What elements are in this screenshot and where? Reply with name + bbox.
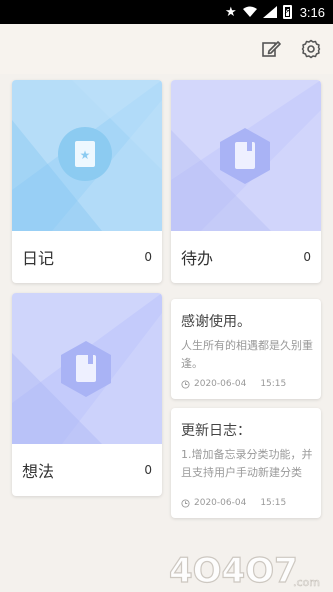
watermark-text: 4O4O7 [169, 551, 298, 590]
top-app-bar [0, 24, 333, 74]
category-icon-wrap [216, 126, 276, 186]
settings-button[interactable] [297, 35, 325, 63]
category-name: 待办 [181, 249, 214, 268]
note-timestamp: 2020-06-04 15:15 [181, 379, 286, 389]
category-icon-wrap: ★ [57, 126, 117, 186]
status-time: 3:16 [299, 4, 325, 20]
clock-icon [181, 498, 190, 508]
note-body: 1.增加备忘录分类功能，并且支持用户手动新建分类 [181, 448, 313, 479]
note-timestamp: 2020-06-04 15:15 [181, 498, 286, 508]
clock-icon [181, 379, 190, 389]
status-icons: ★ ⚡ 3:16 [225, 0, 325, 24]
category-cover [171, 80, 321, 231]
watermark-suffix: .com [293, 576, 320, 589]
note-time: 15:15 [260, 379, 287, 389]
category-card-ideas[interactable]: 想法 0 [12, 293, 162, 496]
note-title: 感谢使用。 [181, 314, 251, 330]
category-count: 0 [303, 250, 311, 264]
wifi-icon [242, 6, 257, 17]
status-bar: ★ ⚡ 3:16 [0, 0, 333, 24]
note-body: 人生所有的相遇都是久别重逢。 [181, 339, 313, 370]
site-watermark: 4O4O7 .com [168, 550, 320, 590]
book-icon [220, 127, 270, 184]
category-count: 0 [144, 250, 152, 264]
category-card-todo[interactable]: 待办 0 [171, 80, 321, 283]
note-date: 2020-06-04 [194, 498, 247, 508]
svg-text:★: ★ [80, 148, 91, 162]
category-count: 0 [144, 463, 152, 477]
category-icon-wrap [57, 339, 117, 399]
edit-button[interactable] [257, 35, 285, 63]
category-name: 想法 [22, 462, 55, 481]
category-cover: ★ [12, 80, 162, 231]
cellular-signal-icon [262, 6, 277, 18]
category-card-diary[interactable]: ★ 日记 0 [12, 80, 162, 283]
note-card[interactable]: 更新日志： 1.增加备忘录分类功能，并且支持用户手动新建分类 2020-06-0… [171, 408, 321, 518]
category-name: 日记 [22, 249, 55, 268]
note-card[interactable]: 感谢使用。 人生所有的相遇都是久别重逢。 2020-06-04 15:15 [171, 299, 321, 399]
battery-icon: ⚡ [282, 5, 292, 19]
edit-icon [262, 41, 281, 57]
note-date: 2020-06-04 [194, 379, 247, 389]
note-title: 更新日志： [181, 423, 251, 439]
book-icon [61, 340, 111, 397]
category-footer: 日记 0 [12, 231, 162, 283]
note-time: 15:15 [260, 498, 287, 508]
category-footer: 待办 0 [171, 231, 321, 283]
gear-icon [301, 39, 321, 59]
star-icon: ★ [225, 4, 237, 20]
category-footer: 想法 0 [12, 444, 162, 496]
category-cover [12, 293, 162, 444]
book-star-icon: ★ [58, 126, 112, 181]
